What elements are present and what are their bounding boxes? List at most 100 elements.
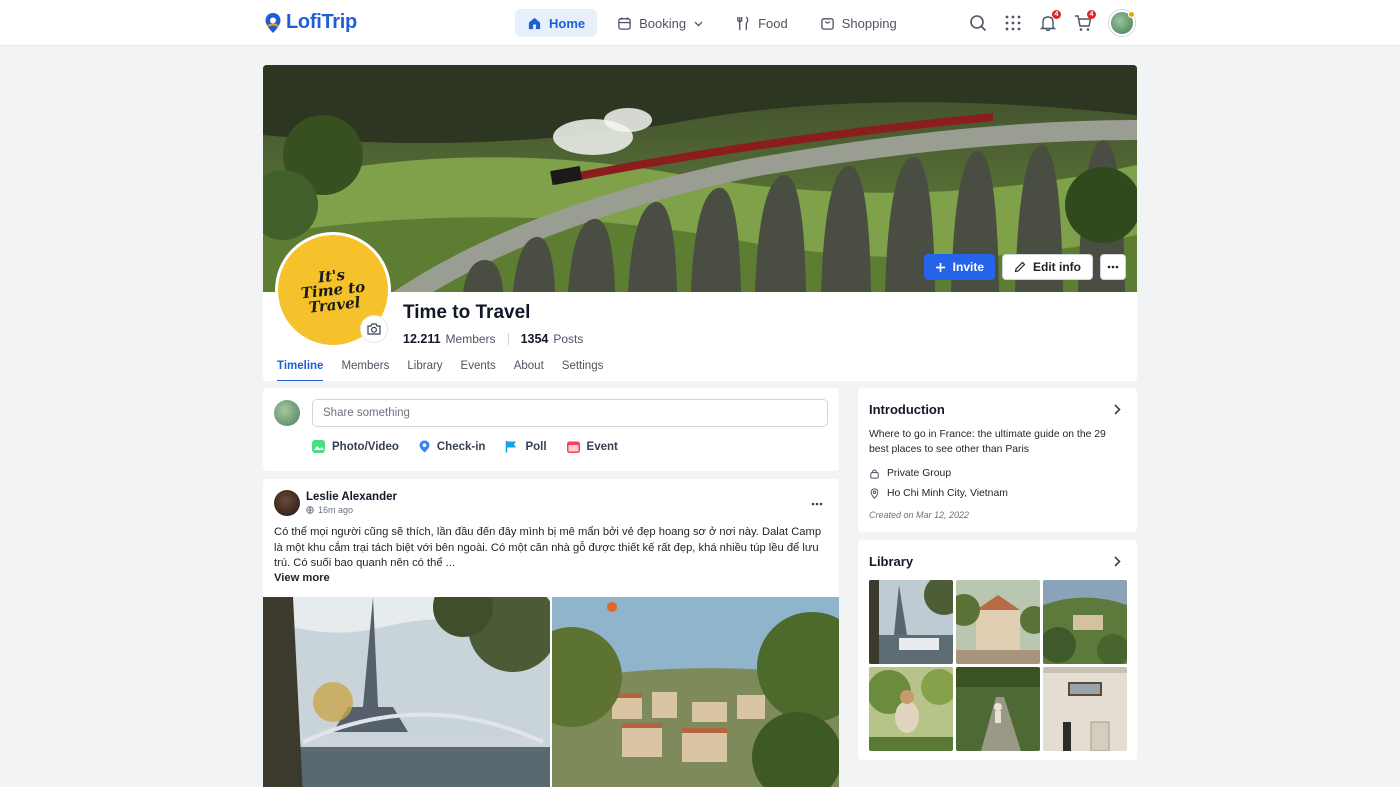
camera-icon — [367, 323, 381, 335]
nav-home[interactable]: Home — [515, 9, 598, 37]
flag-icon — [506, 441, 517, 453]
app-logo[interactable]: LofiTrip — [264, 11, 357, 34]
post-author-avatar[interactable] — [274, 490, 300, 516]
topbar-actions: 4 4 — [969, 10, 1135, 36]
feed-post: Leslie Alexander 16m ago Có thể mọi ngườ… — [263, 479, 839, 787]
search-button[interactable] — [969, 14, 987, 32]
group-title: Time to Travel — [403, 302, 531, 323]
notification-badge: 4 — [1052, 10, 1061, 19]
status-dot — [1128, 11, 1135, 18]
chevron-right-icon — [1114, 556, 1121, 567]
library-thumb[interactable] — [869, 667, 953, 751]
ellipsis-icon — [811, 502, 823, 506]
post-body-text: Có thể mọi người cũng sẽ thích, lần đầu … — [274, 526, 822, 569]
library-thumb[interactable] — [1043, 667, 1127, 751]
members-label: Members — [445, 332, 496, 346]
tab-about[interactable]: About — [514, 360, 544, 381]
nav-shopping[interactable]: Shopping — [808, 9, 909, 37]
view-more-link[interactable]: View more — [274, 572, 330, 584]
posts-label: Posts — [553, 332, 584, 346]
edit-info-label: Edit info — [1033, 260, 1081, 274]
nav-shopping-label: Shopping — [841, 15, 897, 31]
ellipsis-icon — [1107, 265, 1119, 269]
nav-booking-label: Booking — [639, 15, 687, 31]
library-photo — [956, 667, 1040, 751]
members-count: 12.211 — [403, 332, 441, 346]
check-in-button[interactable]: Check-in — [419, 440, 486, 453]
utensils-icon — [737, 15, 749, 30]
introduction-expand-button[interactable] — [1113, 402, 1121, 418]
plus-icon — [935, 262, 945, 272]
notifications-button[interactable]: 4 — [1039, 10, 1061, 32]
more-options-button[interactable] — [1100, 254, 1126, 280]
library-card: Library — [858, 540, 1137, 760]
search-icon — [970, 15, 987, 32]
introduction-description: Where to go in France: the ultimate guid… — [869, 429, 1106, 455]
post-author-name[interactable]: Leslie Alexander — [306, 491, 397, 503]
location-row: Ho Chi Minh City, Vietnam — [869, 488, 1008, 499]
change-avatar-button[interactable] — [360, 315, 388, 343]
tab-library[interactable]: Library — [407, 360, 442, 381]
library-photo — [956, 580, 1040, 664]
location-pin-icon — [870, 488, 879, 499]
poll-button[interactable]: Poll — [505, 440, 547, 453]
poll-label: Poll — [525, 440, 547, 453]
location-pin-logo-icon — [265, 12, 281, 33]
post-photo-eiffel[interactable] — [263, 597, 550, 787]
event-label: Event — [586, 440, 618, 453]
grid-icon — [1005, 15, 1021, 31]
library-thumb[interactable] — [1043, 580, 1127, 664]
cart-badge: 4 — [1087, 10, 1096, 19]
library-grid — [869, 580, 1127, 751]
group-tabs: Timeline Members Library Events About Se… — [277, 360, 621, 381]
library-thumb[interactable] — [869, 580, 953, 664]
library-thumb[interactable] — [956, 667, 1040, 751]
nav-home-label: Home — [549, 15, 586, 31]
introduction-title: Introduction — [869, 402, 945, 417]
privacy-row: Private Group — [869, 468, 951, 479]
chevron-right-icon — [1114, 404, 1121, 415]
nav-food[interactable]: Food — [724, 9, 800, 37]
created-date: Created on Mar 12, 2022 — [869, 510, 970, 520]
post-timestamp: 16m ago — [306, 505, 353, 515]
event-calendar-icon — [566, 441, 580, 453]
image-icon — [312, 440, 325, 453]
library-photo — [1043, 580, 1127, 664]
top-navigation-bar: LofiTrip Home Booking Food Shopping 4 4 — [0, 0, 1400, 46]
photo-video-button[interactable]: Photo/Video — [312, 440, 399, 453]
share-input[interactable] — [312, 399, 828, 427]
post-options-button[interactable] — [811, 493, 823, 509]
invite-button[interactable]: Invite — [923, 254, 995, 280]
privacy-text: Private Group — [887, 468, 952, 479]
cover-actions: Invite Edit info — [923, 254, 1126, 280]
composer-avatar — [274, 400, 300, 426]
globe-icon — [306, 506, 314, 514]
library-photo — [869, 580, 953, 664]
app-name: LofiTrip — [286, 11, 357, 33]
tab-timeline[interactable]: Timeline — [277, 360, 324, 381]
tab-members[interactable]: Members — [341, 360, 389, 381]
user-avatar[interactable] — [1109, 10, 1135, 36]
location-text: Ho Chi Minh City, Vietnam — [887, 488, 1008, 499]
check-in-label: Check-in — [436, 440, 486, 453]
apps-button[interactable] — [1004, 14, 1022, 32]
posts-count: 1354 — [520, 332, 549, 346]
library-title: Library — [869, 554, 914, 569]
event-button[interactable]: Event — [566, 440, 618, 453]
tab-events[interactable]: Events — [461, 360, 496, 381]
tab-settings[interactable]: Settings — [562, 360, 604, 381]
nav-booking[interactable]: Booking — [605, 9, 716, 37]
group-header-card: Invite Edit info It's Time to Travel Tim… — [263, 65, 1137, 381]
chevron-down-icon — [694, 21, 703, 26]
post-photo-village[interactable] — [552, 597, 839, 787]
main-nav: Home Booking Food Shopping — [515, 9, 909, 37]
library-expand-button[interactable] — [1113, 554, 1121, 570]
edit-info-button[interactable]: Edit info — [1002, 254, 1093, 280]
village-photo — [552, 597, 839, 787]
introduction-card: Introduction Where to go in France: the … — [858, 388, 1137, 532]
post-composer: Photo/Video Check-in Poll Event — [263, 388, 839, 471]
post-time-text: 16m ago — [318, 505, 354, 515]
library-thumb[interactable] — [956, 580, 1040, 664]
cart-button[interactable]: 4 — [1074, 10, 1096, 32]
shopping-bag-icon — [820, 17, 834, 30]
